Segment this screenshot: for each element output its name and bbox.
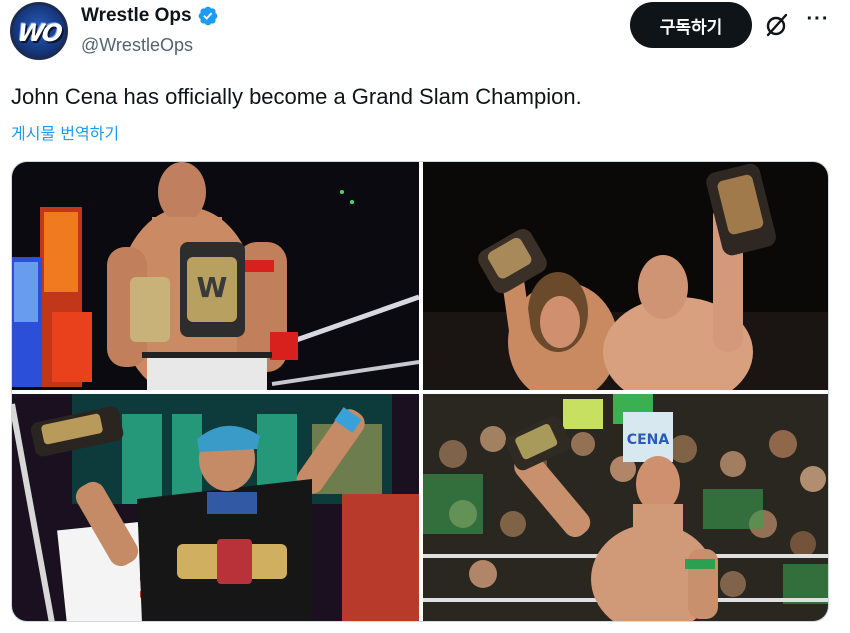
avatar-logo: WO: [15, 19, 63, 47]
subscribe-button[interactable]: 구독하기: [630, 2, 752, 48]
photo-2-image: [423, 162, 828, 390]
photo-3[interactable]: ST: [12, 394, 419, 621]
verified-badge-icon: [198, 6, 217, 26]
translate-post-link[interactable]: 게시물 번역하기: [11, 120, 119, 144]
photo-1[interactable]: W: [12, 162, 419, 390]
svg-text:W: W: [197, 271, 228, 304]
author-name-row: Wrestle Ops: [81, 5, 219, 27]
media-grid: W CENA: [11, 161, 829, 622]
photo-3-image: ST: [12, 394, 419, 621]
more-options-icon[interactable]: ···: [804, 8, 832, 36]
author-handle[interactable]: @WrestleOps: [81, 35, 193, 56]
photo-4-sign-text: CENA: [627, 432, 670, 448]
post-header: WO Wrestle Ops @WrestleOps 구독하기 ···: [0, 0, 850, 70]
author-display-name[interactable]: Wrestle Ops: [81, 5, 192, 27]
grok-icon[interactable]: [764, 12, 790, 38]
photo-4-image: CENA: [423, 394, 828, 621]
post-text: John Cena has officially become a Grand …: [11, 84, 582, 109]
photo-1-image: W: [12, 162, 419, 390]
photo-4[interactable]: CENA: [423, 394, 828, 621]
photo-2[interactable]: [423, 162, 828, 390]
avatar[interactable]: WO: [10, 2, 68, 60]
